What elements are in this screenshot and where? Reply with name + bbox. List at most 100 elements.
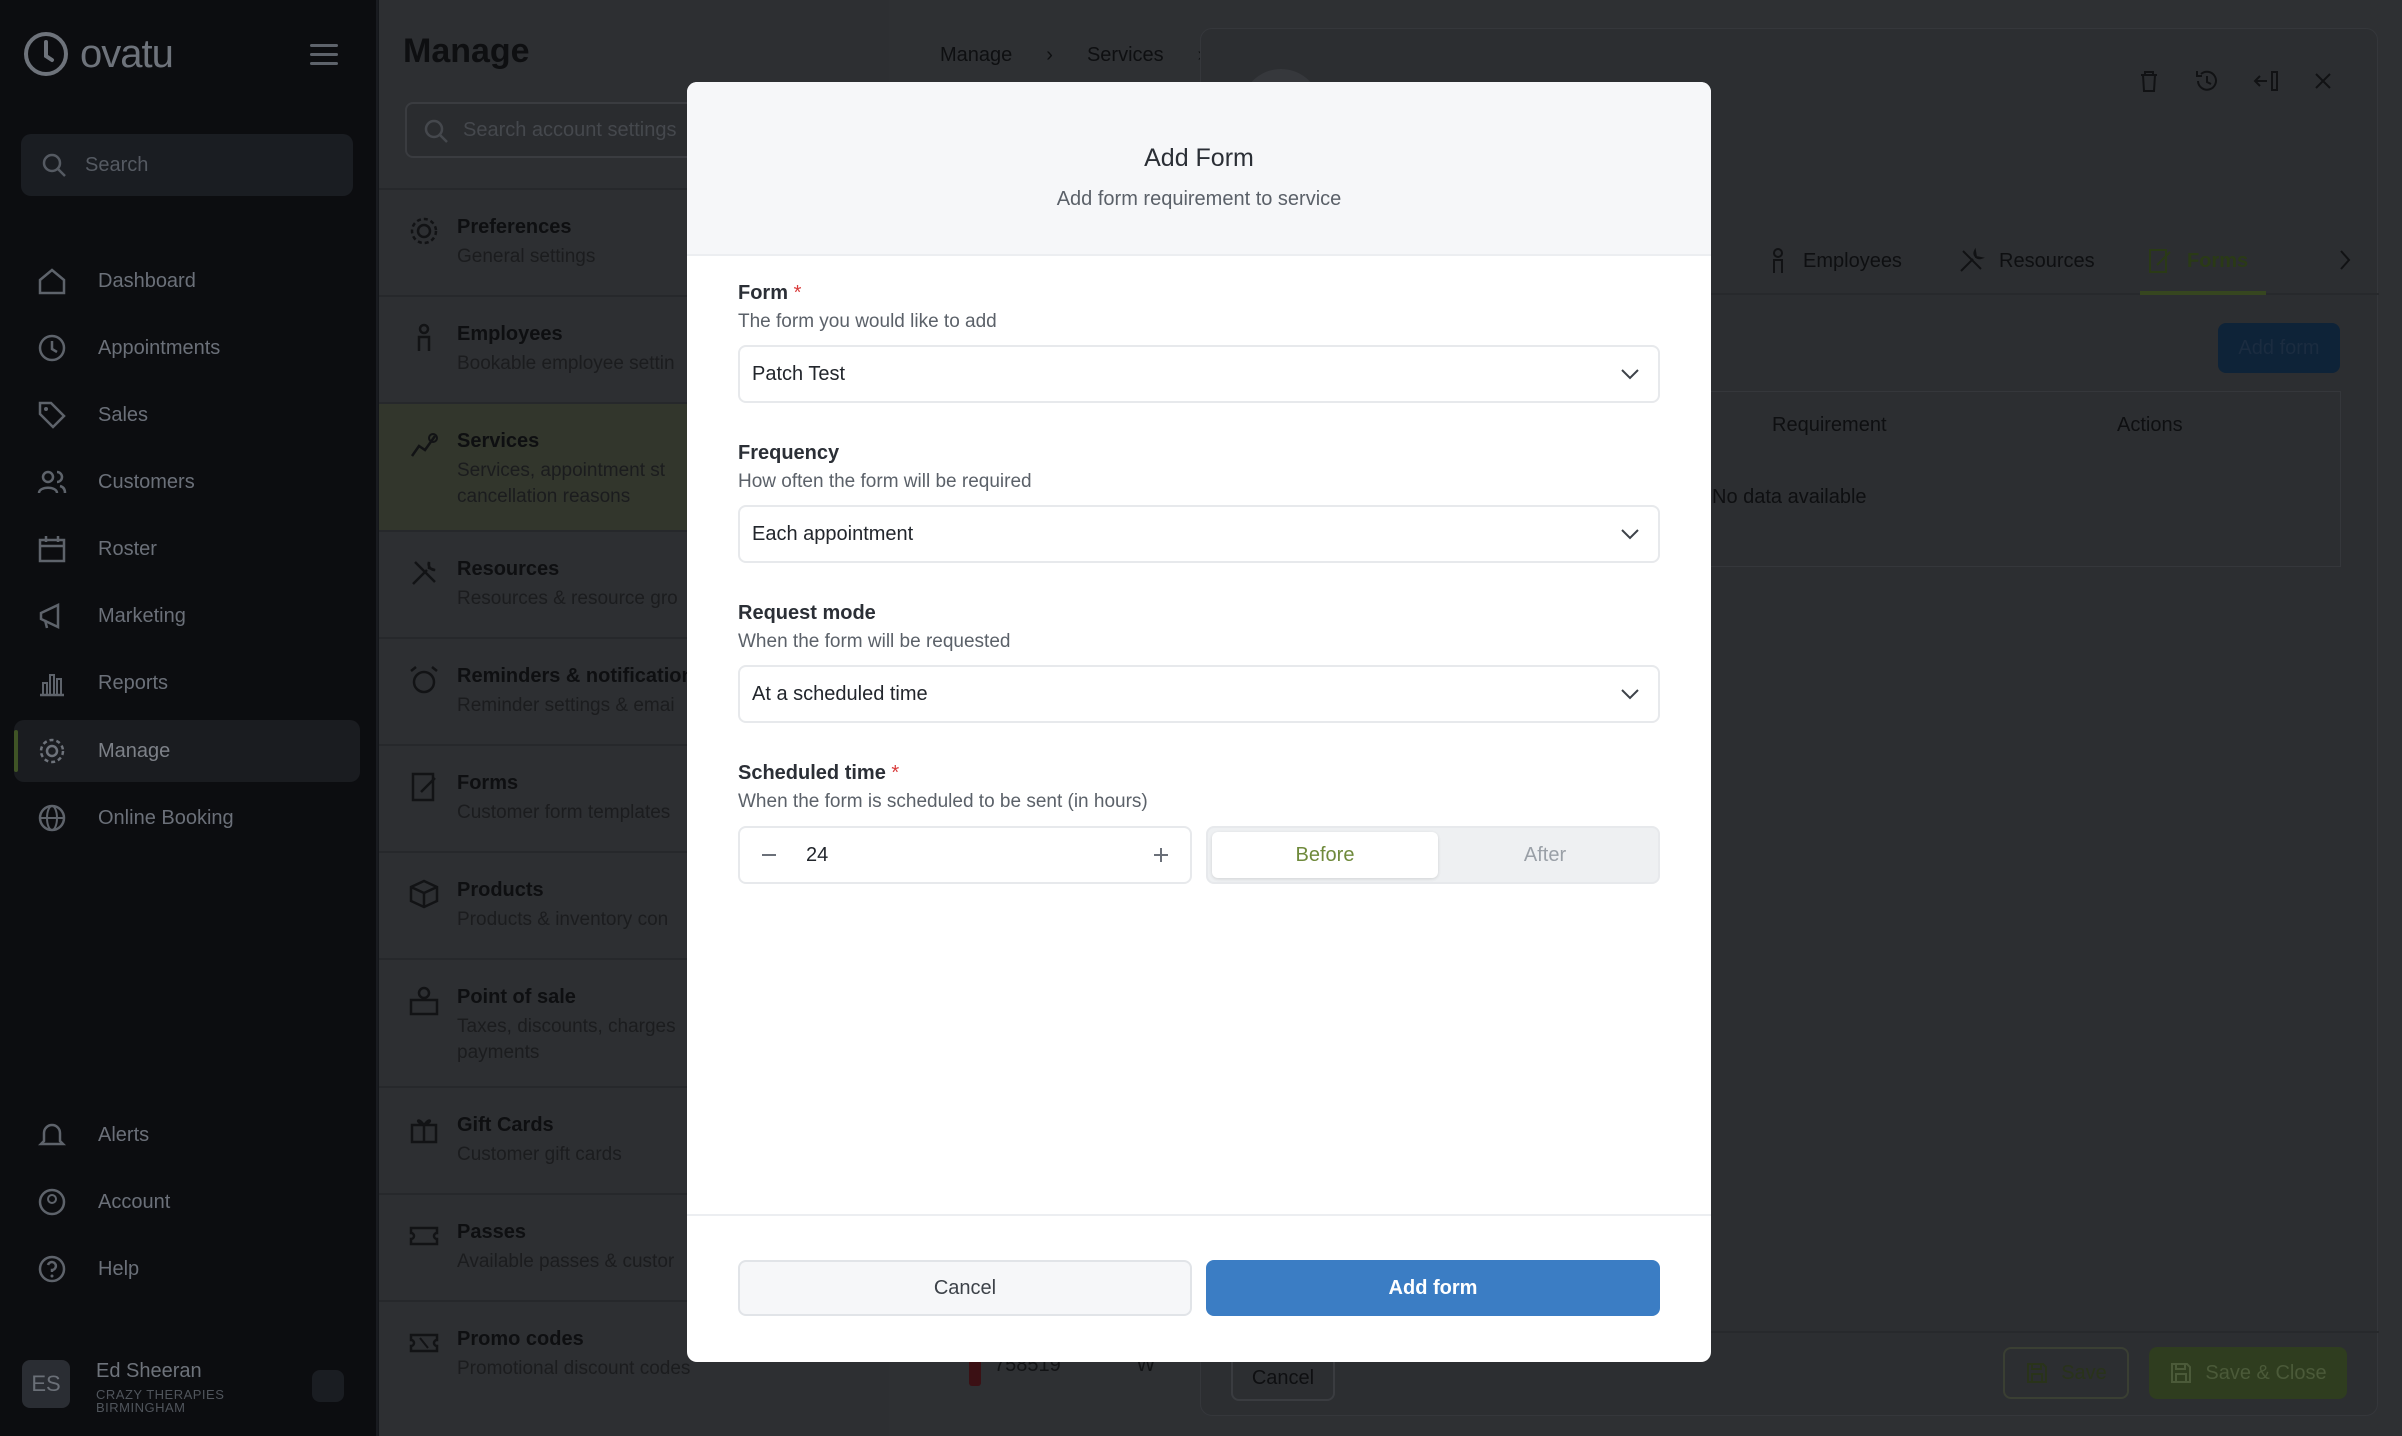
gift-icon: [410, 1119, 438, 1144]
manage-item-subtitle: payments: [457, 1042, 540, 1063]
account-icon: [38, 1188, 66, 1216]
services-icon: [410, 433, 438, 457]
sidebar-search[interactable]: Search: [21, 134, 353, 196]
history-icon[interactable]: [2193, 67, 2221, 95]
chevron-right-icon: ›: [1046, 44, 1053, 66]
sidebar-item-manage[interactable]: Manage: [14, 720, 360, 782]
tag-icon: [38, 401, 66, 429]
breadcrumb-item[interactable]: Manage: [940, 44, 1012, 67]
sidebar-item-reports[interactable]: Reports: [14, 652, 360, 714]
save-button[interactable]: Save: [2003, 1347, 2129, 1399]
user-menu-toggle[interactable]: [312, 1370, 344, 1402]
decrement-button[interactable]: [754, 840, 784, 870]
manage-item-title: Passes: [457, 1221, 526, 1243]
sidebar-item-label: Account: [98, 1190, 171, 1213]
search-icon: [424, 119, 448, 143]
megaphone-icon: [39, 603, 60, 629]
manage-search-placeholder: Search account settings: [463, 118, 677, 141]
sidebar-item-label: Sales: [98, 403, 149, 426]
sidebar-item-label: Alerts: [98, 1123, 150, 1146]
form-select[interactable]: Patch Test: [738, 345, 1660, 403]
request-mode-select-value: At a scheduled time: [752, 682, 928, 705]
frequency-select[interactable]: Each appointment: [738, 505, 1660, 563]
modal-title: Add Form: [1144, 144, 1254, 172]
hours-input[interactable]: 24: [806, 844, 828, 867]
add-form-button[interactable]: Add form: [1206, 1260, 1660, 1316]
tab-employees[interactable]: Employees: [1767, 247, 1902, 275]
before-after-toggle: Before After: [1206, 826, 1660, 884]
manage-item-subtitle: cancellation reasons: [457, 486, 631, 507]
tab-label: Employees: [1803, 249, 1902, 272]
manage-item-subtitle: Products & inventory con: [457, 909, 669, 930]
collapse-panel-icon[interactable]: [2251, 67, 2279, 95]
user-profile[interactable]: ES Ed Sheeran CRAZY THERAPIES BIRMINGHAM: [22, 1356, 362, 1418]
sidebar-item-roster[interactable]: Roster: [14, 518, 360, 580]
sidebar-item-help[interactable]: Help: [14, 1238, 360, 1300]
empty-state: No data available: [1712, 486, 1867, 508]
save-and-close-label: Save & Close: [2205, 1361, 2327, 1384]
brand-logo[interactable]: ovatu: [22, 30, 174, 78]
sidebar-item-sales[interactable]: Sales: [14, 384, 360, 446]
manage-item-title: Resources: [457, 558, 560, 580]
bell-icon: [37, 1123, 67, 1146]
request-mode-select[interactable]: At a scheduled time: [738, 665, 1660, 723]
chevron-right-icon[interactable]: [2337, 247, 2353, 273]
manage-item-subtitle: Customer gift cards: [457, 1144, 622, 1165]
frequency-field-help: How often the form will be required: [738, 471, 1032, 492]
sidebar-item-label: Online Booking: [98, 806, 234, 829]
sidebar-item-marketing[interactable]: Marketing: [14, 585, 360, 647]
manage-item-title: Reminders & notifications: [457, 665, 705, 687]
manage-item-subtitle: Taxes, discounts, charges: [457, 1016, 676, 1037]
plus-icon: [1154, 848, 1168, 862]
sidebar-item-online-booking[interactable]: Online Booking: [14, 787, 360, 849]
clock-icon: [38, 334, 66, 362]
active-tab-indicator: [2140, 291, 2266, 295]
breadcrumb-item[interactable]: Services: [1087, 44, 1164, 67]
modal-header: Add Form Add form requirement to service: [687, 82, 1711, 256]
manage-item-title: Point of sale: [457, 986, 576, 1008]
scheduled-time-field-help: When the form is scheduled to be sent (i…: [738, 791, 1148, 812]
request-mode-field-label: Request mode: [738, 602, 876, 624]
tab-forms[interactable]: Forms: [2147, 247, 2248, 275]
breadcrumb: Manage › Services ›: [940, 44, 1204, 67]
sidebar-item-appointments[interactable]: Appointments: [14, 317, 360, 379]
tab-resources[interactable]: Resources: [1957, 247, 2095, 275]
sidebar-item-dashboard[interactable]: Dashboard: [14, 250, 360, 312]
after-option[interactable]: After: [1432, 832, 1658, 878]
sidebar-item-label: Marketing: [98, 604, 186, 627]
modal-footer: Cancel Add form: [687, 1214, 1711, 1362]
sidebar-item-alerts[interactable]: Alerts: [14, 1104, 360, 1166]
required-marker: *: [793, 282, 802, 304]
menu-toggle-icon[interactable]: [310, 44, 338, 66]
sidebar-item-label: Help: [98, 1257, 140, 1280]
sidebar-item-label: Roster: [98, 537, 157, 560]
tab-label: Resources: [1999, 249, 2095, 272]
manage-item-subtitle: Resources & resource gro: [457, 588, 678, 609]
before-option[interactable]: Before: [1212, 832, 1438, 878]
table-header: Requirement: [1772, 414, 1887, 436]
chevron-down-icon: [1621, 529, 1639, 540]
table-header: Actions: [2117, 414, 2183, 436]
trash-icon[interactable]: [2135, 67, 2163, 95]
save-icon: [2171, 1363, 2192, 1383]
manage-item-title: Preferences: [457, 216, 572, 238]
tab-label: Forms: [2187, 249, 2249, 272]
drawer-add-form-button[interactable]: Add form: [2218, 323, 2340, 373]
sidebar-item-label: Customers: [98, 470, 195, 493]
request-mode-field-help: When the form will be requested: [738, 631, 1011, 652]
increment-button[interactable]: [1146, 840, 1176, 870]
form-field-help: The form you would like to add: [738, 311, 997, 332]
manage-item-subtitle: Bookable employee settin: [457, 353, 675, 374]
close-icon[interactable]: [2309, 67, 2337, 95]
sidebar-item-customers[interactable]: Customers: [14, 451, 360, 513]
employee-icon: [1773, 248, 1783, 273]
users-icon: [37, 470, 67, 494]
save-and-close-button[interactable]: Save & Close: [2149, 1347, 2347, 1399]
manage-item-title: Gift Cards: [457, 1114, 554, 1136]
frequency-select-value: Each appointment: [752, 522, 914, 545]
cancel-button[interactable]: Cancel: [738, 1260, 1192, 1316]
sidebar-item-account[interactable]: Account: [14, 1171, 360, 1233]
tools-icon: [1960, 247, 1985, 272]
manage-item-title: Forms: [457, 772, 519, 794]
manage-item-title: Services: [457, 430, 540, 452]
